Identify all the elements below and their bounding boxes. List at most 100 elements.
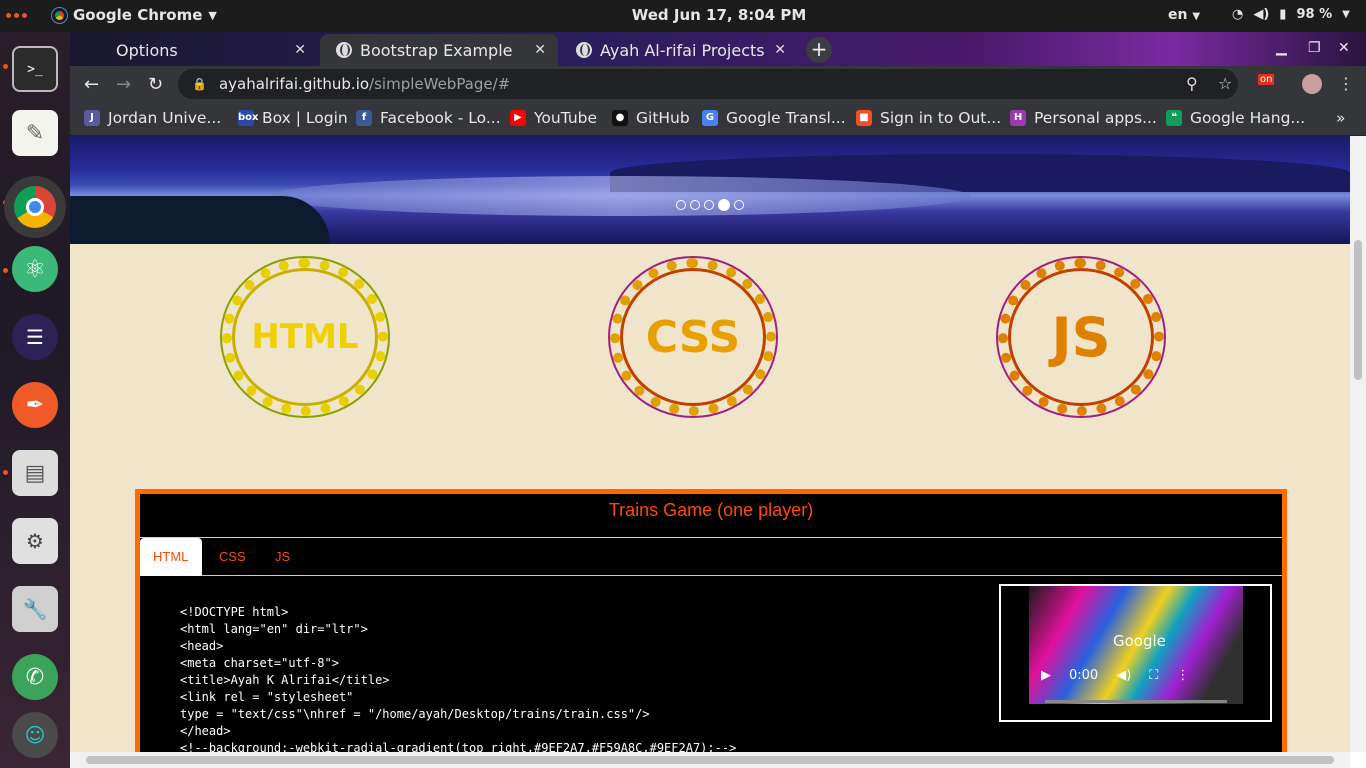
code-line: <!DOCTYPE html> [180,605,289,619]
language-indicator[interactable]: en ▼ [1168,7,1200,23]
terminal-icon[interactable]: >_ [12,46,58,92]
avatar[interactable]: ☺ [12,712,58,758]
bookmark-item[interactable]: ❝ Google Hang... [1166,109,1305,127]
minimize-icon[interactable]: ▁ [1276,40,1287,56]
system-top-bar: Google Chrome ▼ Wed Jun 17, 8:04 PM en ▼… [0,0,1366,32]
extension-icon[interactable]: on [1258,74,1275,85]
wreath-label: CSS [645,311,741,363]
video-overlay-text: Google [1113,632,1166,650]
phone-icon[interactable]: ✆ [12,654,58,700]
files-icon[interactable]: ▤ [12,450,58,496]
lock-icon[interactable]: 🔒 [192,77,207,91]
vertical-scrollbar[interactable] [1350,136,1366,752]
inkscape-icon[interactable]: ✒ [12,382,58,428]
hero-carousel[interactable] [70,136,1350,244]
url-path: /simpleWebPage/# [369,75,511,93]
wreath-label: JS [1051,305,1111,369]
menu-icon[interactable]: ⋮ [1338,74,1354,93]
volume-icon[interactable]: ◀) [1116,668,1131,683]
url-host: ayahalrifai.github.io [218,75,370,93]
bookmark-item[interactable]: ■ Sign in to Out... [856,109,1001,127]
bookmark-favicon-icon: ❝ [1166,110,1182,126]
bookmark-favicon-icon: ● [612,110,628,126]
forward-icon[interactable]: → [116,74,131,95]
bookmark-item[interactable]: ● GitHub [612,109,690,127]
battery-percent: 98 % [1296,7,1333,22]
battery-icon: ▮ [1279,7,1287,22]
atom-icon[interactable]: ⚛ [12,246,58,292]
bookmark-label: YouTube [534,109,598,127]
project-title: Trains Game (one player) [140,494,1282,538]
video-player[interactable]: Google ▶ 0:00 ◀) ⛶ ⋮ [999,584,1272,722]
eclipse-icon[interactable]: ☰ [12,314,58,360]
carousel-indicator[interactable] [690,200,700,210]
bookmark-item[interactable]: J Jordan Unive... [84,109,221,127]
bookmark-item[interactable]: ▶ YouTube [510,109,597,127]
bookmark-favicon-icon: ▶ [510,110,526,126]
close-icon[interactable]: ✕ [534,42,546,58]
bookmark-item[interactable]: G Google Transl... [702,109,846,127]
carousel-indicator[interactable] [676,200,686,210]
fullscreen-icon[interactable]: ⛶ [1149,668,1158,683]
back-icon[interactable]: ← [84,74,99,95]
tab-js[interactable]: JS [262,538,303,576]
profile-avatar[interactable] [1302,74,1322,94]
chrome-dock-icon[interactable] [4,176,66,238]
carousel-indicator[interactable] [718,199,730,211]
code-line: <html lang="en" dir="ltr"> [180,622,368,636]
code-block: <!DOCTYPE html> <html lang="en" dir="ltr"… [180,604,736,752]
project-panel: Trains Game (one player) HTML CSS JS <!D… [135,489,1287,752]
page-viewport: HTML CSS JS Trains Game (one player) HTM… [70,136,1350,752]
bookmarks-bar: J Jordan Unive... box Box | Login f Facebook … [70,102,1366,136]
tab-ayah-projects[interactable]: Ayah Al-rifai Projects ✕ [560,34,798,66]
css-wreath: CSS [610,258,776,416]
close-icon[interactable]: ✕ [294,42,306,58]
volume-icon: ◀) [1253,7,1270,22]
bookmarks-overflow-icon[interactable]: » [1336,109,1345,127]
bookmark-label: GitHub [636,109,690,127]
bookmark-item[interactable]: box Box | Login [238,109,348,127]
bookmark-label: Sign in to Out... [880,109,1002,127]
video-progress[interactable] [1045,700,1227,703]
tab-html[interactable]: HTML [140,538,202,576]
bookmark-item[interactable]: H Personal apps... [1010,109,1157,127]
zoom-icon[interactable]: ⚲ [1186,74,1198,93]
horizontal-scrollbar[interactable] [70,752,1350,768]
bookmark-label: Personal apps... [1034,109,1157,127]
close-icon[interactable]: ✕ [774,42,786,58]
clock[interactable]: Wed Jun 17, 8:04 PM [0,6,1366,24]
reload-icon[interactable]: ↻ [148,74,163,95]
bookmark-favicon-icon: box [238,110,258,126]
mixer-icon[interactable]: ⚙ [12,518,58,564]
bookmark-item[interactable]: f Facebook - Lo... [356,109,501,127]
globe-icon [576,42,592,58]
carousel-indicators [676,199,744,211]
address-bar[interactable]: 🔒 ayahalrifai.github.io/simpleWebPage/# [178,69,1238,99]
close-window-icon[interactable]: ✕ [1338,40,1350,56]
carousel-indicator[interactable] [734,200,744,210]
tab-label: Options [116,40,178,60]
wreath-label: HTML [251,317,359,357]
bookmark-label: Google Hang... [1190,109,1306,127]
toolbar: ← → ↻ 🔒 ayahalrifai.github.io/simpleWebP… [70,66,1366,102]
carousel-indicator[interactable] [704,200,714,210]
bookmark-label: Jordan Unive... [108,109,222,127]
wifi-icon: ◔ [1232,7,1244,22]
chrome-window: Options ✕ Bootstrap Example ✕ Ayah Al-ri… [70,32,1366,768]
tab-css[interactable]: CSS [206,538,259,576]
tab-label: Ayah Al-rifai Projects [600,40,765,60]
code-line: <link rel = "stylesheet" [180,690,354,704]
play-icon[interactable]: ▶ [1041,668,1051,683]
more-icon[interactable]: ⋮ [1176,668,1189,683]
text-editor-icon[interactable]: ✎ [12,110,58,156]
lake [270,176,970,216]
star-icon[interactable]: ☆ [1218,74,1232,93]
maximize-icon[interactable]: ❐ [1308,40,1321,56]
code-line: </head> [180,724,231,738]
new-tab-button[interactable]: + [806,37,832,63]
tab-options[interactable]: Options ✕ [82,34,318,66]
settings-icon[interactable]: 🔧 [12,586,58,632]
system-tray[interactable]: ◔ ◀) ▮ 98 % ▼ [1232,7,1350,22]
bookmark-label: Google Transl... [726,109,846,127]
tab-bootstrap-example[interactable]: Bootstrap Example ✕ [320,34,558,66]
